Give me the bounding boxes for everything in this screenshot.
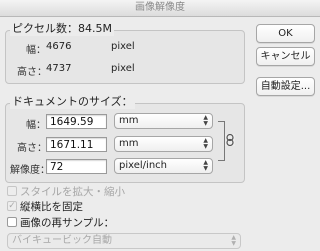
scale-styles-checkbox[interactable] xyxy=(7,186,17,196)
resample-label: 画像の再サンプル： xyxy=(20,217,115,229)
updown-arrows-icon: ▲ ▼ xyxy=(231,234,236,247)
constrain-proportions-label: 縦横比を固定 xyxy=(20,201,83,213)
doc-height-unit-select[interactable]: mm ▲ ▼ xyxy=(114,136,213,152)
title-bar: 画像解像度 xyxy=(0,0,320,17)
doc-width-unit-select[interactable]: mm ▲ ▼ xyxy=(114,113,213,129)
pixel-dimensions-title: ピクセル数：84.5M xyxy=(10,20,114,36)
pixel-height-unit: pixel xyxy=(111,63,135,74)
resolution-unit-value: pixel/inch xyxy=(119,160,167,171)
pixel-height-label: 高さ： xyxy=(17,67,47,78)
document-size-title: ドキュメントのサイズ： xyxy=(10,93,135,109)
constrain-proportions-checkbox[interactable]: ✓ xyxy=(7,201,17,211)
doc-width-input[interactable]: 1649.59 xyxy=(46,114,107,129)
chain-link-icon xyxy=(225,134,235,146)
ok-button[interactable]: OK xyxy=(256,24,315,43)
doc-width-label: 幅： xyxy=(26,120,46,131)
resolution-unit-select[interactable]: pixel/inch ▲ ▼ xyxy=(114,158,213,174)
chain-bracket xyxy=(218,121,225,161)
resolution-input[interactable]: 72 xyxy=(46,159,107,174)
updown-arrows-icon: ▲ ▼ xyxy=(203,114,208,127)
pixel-height-value: 4737 xyxy=(46,63,72,74)
cancel-button[interactable]: キャンセル xyxy=(256,47,315,66)
resample-checkbox[interactable] xyxy=(7,217,17,227)
pixel-width-value: 4676 xyxy=(46,41,72,52)
window-title: 画像解像度 xyxy=(135,2,185,13)
updown-arrows-icon: ▲ ▼ xyxy=(203,159,208,172)
updown-arrows-icon: ▲ ▼ xyxy=(203,137,208,150)
resample-method-value: バイキュービック自動 xyxy=(12,235,112,246)
doc-width-unit-value: mm xyxy=(119,115,139,126)
resample-method-select[interactable]: バイキュービック自動 ▲ ▼ xyxy=(7,233,241,249)
pixel-width-unit: pixel xyxy=(111,41,135,52)
auto-button[interactable]: 自動設定... xyxy=(256,77,315,96)
scale-styles-label: スタイルを拡大・縮小 xyxy=(20,186,125,198)
doc-height-label: 高さ： xyxy=(17,143,47,154)
doc-height-input[interactable]: 1671.11 xyxy=(46,137,107,152)
pixel-width-label: 幅： xyxy=(26,45,46,56)
resolution-label: 解像度： xyxy=(10,165,50,176)
doc-height-unit-value: mm xyxy=(119,138,139,149)
